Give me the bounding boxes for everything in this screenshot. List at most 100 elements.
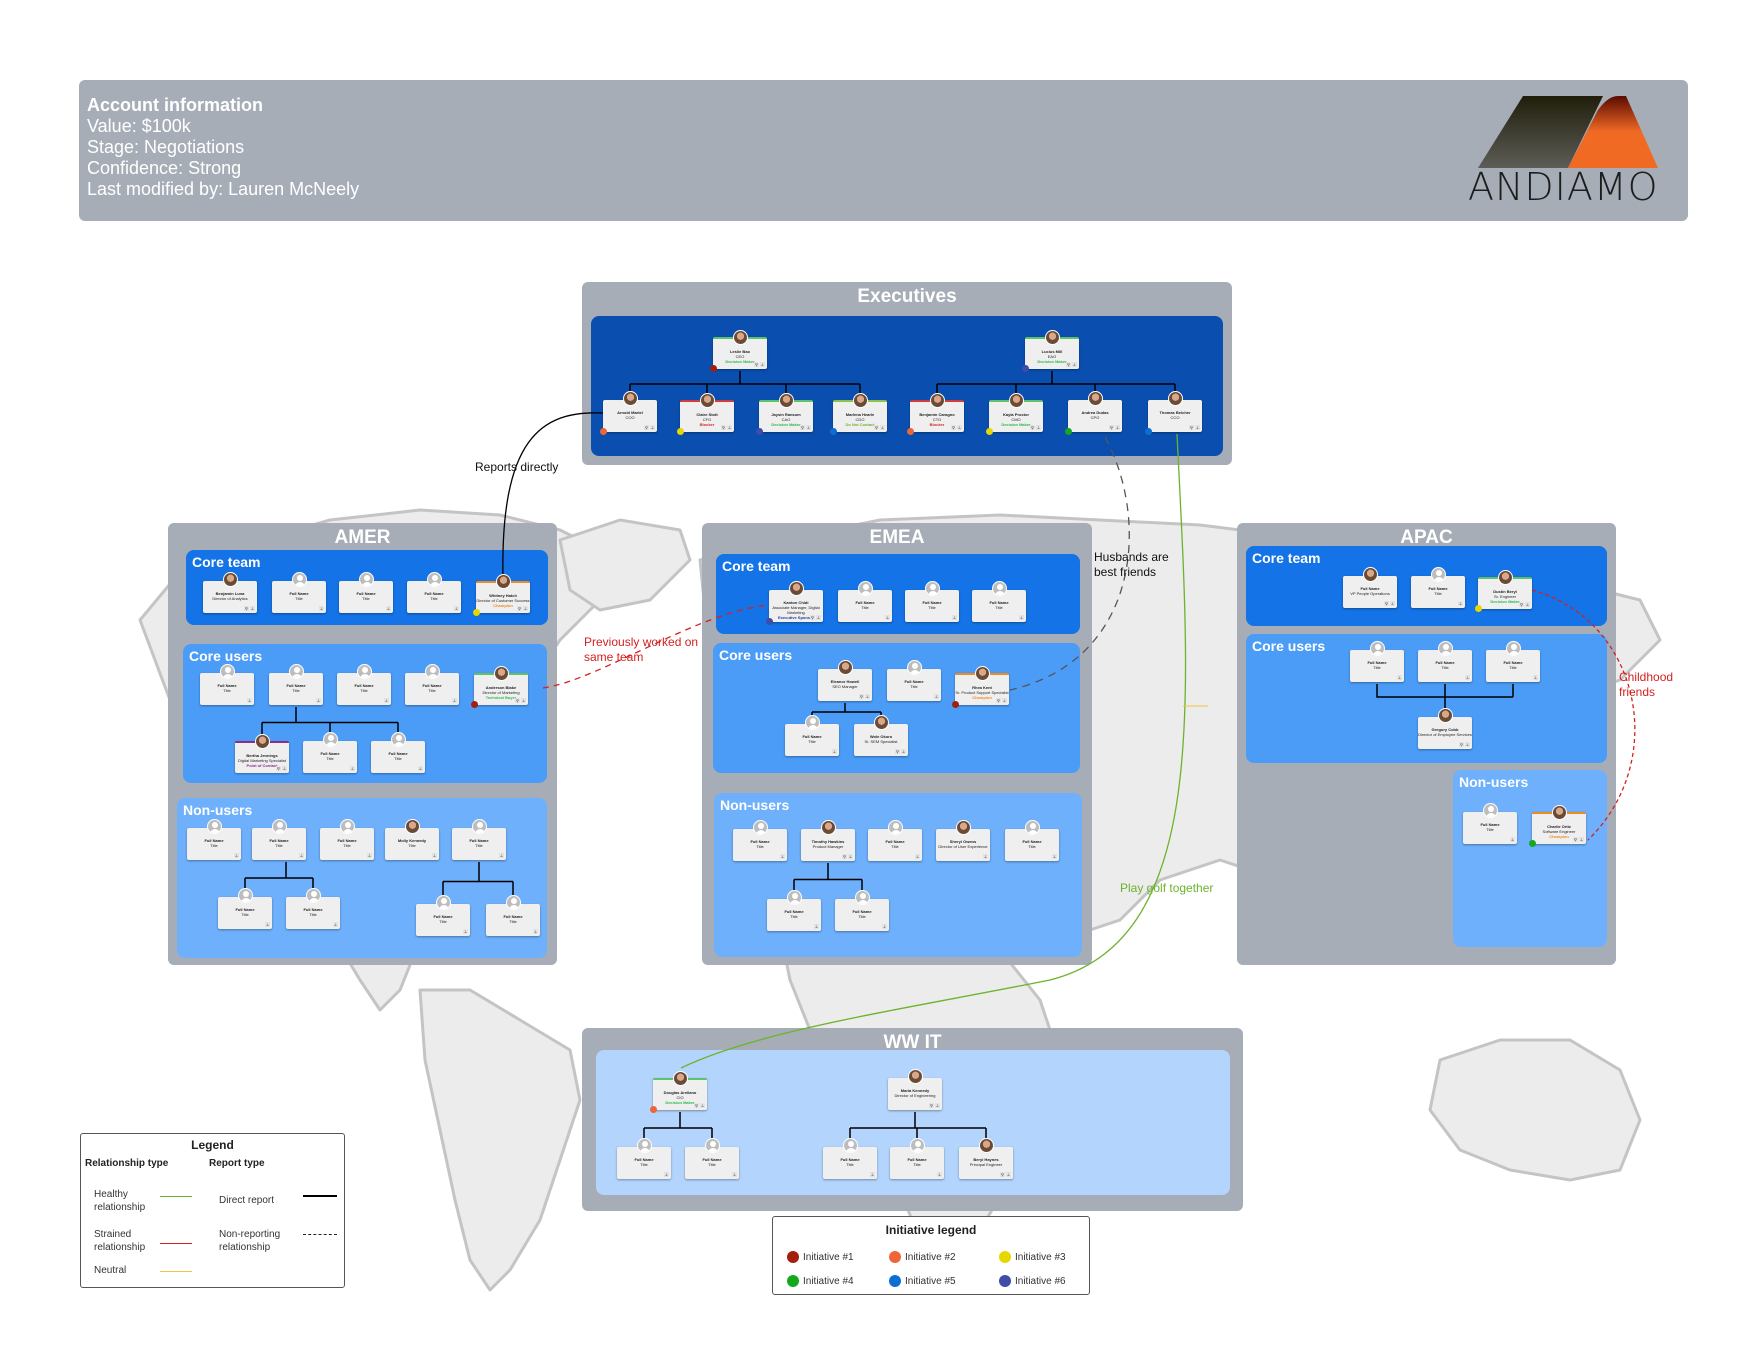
link-icon[interactable]: ⚲: [1030, 425, 1035, 430]
person-icon[interactable]: ⊥: [650, 425, 655, 430]
link-icon[interactable]: ⚲: [859, 694, 864, 699]
person-icon[interactable]: ⊥: [265, 922, 270, 927]
link-icon[interactable]: ⚲: [1384, 601, 1389, 606]
person-icon[interactable]: ⊥: [1397, 675, 1402, 680]
person-card[interactable]: Gregory Cobb Director of Employee Service…: [1418, 708, 1472, 749]
link-icon[interactable]: ⚲: [895, 749, 900, 754]
person-card[interactable]: Full Name Title ⊥: [733, 820, 787, 861]
person-card[interactable]: Kanton Chidi Associate Manager, Digital M…: [766, 581, 823, 625]
person-card[interactable]: Full Name Title ⊥: [905, 581, 959, 622]
person-icon[interactable]: ⊥: [367, 853, 372, 858]
person-card[interactable]: Full Name Title ⊥: [303, 732, 357, 773]
person-card[interactable]: Full Name Title ⊥: [1486, 641, 1540, 682]
link-icon[interactable]: ⚲: [842, 854, 847, 859]
link-icon[interactable]: ⚲: [874, 425, 879, 430]
person-card[interactable]: Leslie Bao CEO Decision Maker ⚲ ⊥: [710, 330, 767, 372]
person-icon[interactable]: ⊥: [1072, 362, 1077, 367]
person-icon[interactable]: ⊥: [319, 606, 324, 611]
person-icon[interactable]: ⊥: [1006, 1172, 1011, 1177]
person-icon[interactable]: ⊥: [1458, 601, 1463, 606]
person-card[interactable]: Lucius Mill EAO Decision Maker ⚲ ⊥: [1022, 330, 1079, 372]
person-card[interactable]: Full Name Title ⊥: [320, 819, 374, 860]
person-icon[interactable]: ⊥: [760, 362, 765, 367]
person-card[interactable]: Maria Kennedy Director of Engineering ⚲ ⊥: [888, 1069, 942, 1110]
person-icon[interactable]: ⊥: [386, 606, 391, 611]
link-icon[interactable]: ⚲: [244, 606, 249, 611]
person-card[interactable]: Benjamin Luna Director of Analytics ⚲ ⊥: [203, 572, 257, 613]
person-icon[interactable]: ⊥: [452, 698, 457, 703]
link-icon[interactable]: ⚲: [721, 425, 726, 430]
person-card[interactable]: Full Name Title ⊥: [371, 732, 425, 773]
person-icon[interactable]: ⊥: [806, 425, 811, 430]
person-card[interactable]: Full Name Title ⊥: [972, 581, 1026, 622]
person-card[interactable]: Full Name Title ⊥: [685, 1138, 739, 1179]
person-icon[interactable]: ⊥: [816, 615, 821, 620]
person-card[interactable]: Marlena Hearle CDO Do Not Contact ⚲ ⊥: [830, 393, 887, 435]
person-card[interactable]: Charlie Ortiz Software Engineer Champion ⚲ ⊥: [1529, 805, 1586, 847]
person-icon[interactable]: ⊥: [533, 929, 538, 934]
person-card[interactable]: Full Name Title ⊥: [1418, 641, 1472, 682]
person-card[interactable]: Kayla Proctor CMO Decision Maker ⚲ ⊥: [986, 393, 1043, 435]
person-card[interactable]: Full Name Title ⊥: [1411, 567, 1465, 608]
person-card[interactable]: Full Name Title ⊥: [617, 1138, 671, 1179]
link-icon[interactable]: ⚲: [1066, 362, 1071, 367]
link-icon[interactable]: ⚲: [1000, 1172, 1005, 1177]
person-icon[interactable]: ⊥: [880, 425, 885, 430]
person-card[interactable]: Full Name Title ⊥: [416, 895, 470, 936]
person-card[interactable]: Full Name Title ⊥: [200, 664, 254, 705]
person-card[interactable]: Full Name Title ⊥: [823, 1138, 877, 1179]
person-card[interactable]: Timothy Hawkins Product Manager ⚲ ⊥: [801, 820, 855, 861]
person-icon[interactable]: ⊥: [848, 854, 853, 859]
person-icon[interactable]: ⊥: [454, 606, 459, 611]
person-card[interactable]: Full Name Title ⊥: [887, 660, 941, 701]
person-icon[interactable]: ⊥: [418, 766, 423, 771]
person-card[interactable]: Full Name Title ⊥: [407, 572, 461, 613]
person-card[interactable]: Full Name Title ⊥: [452, 819, 506, 860]
person-card[interactable]: Eleanor Howell SEO Manager ⚲ ⊥: [818, 660, 872, 701]
person-icon[interactable]: ⊥: [1390, 601, 1395, 606]
person-icon[interactable]: ⊥: [1002, 698, 1007, 703]
link-icon[interactable]: ⚲: [1573, 837, 1578, 842]
person-card[interactable]: Full Name Title ⊥: [1005, 820, 1059, 861]
person-card[interactable]: Thomas Belcher CCO ⚲ ⊥: [1145, 391, 1202, 435]
person-icon[interactable]: ⊥: [957, 425, 962, 430]
person-card[interactable]: Whitney Hatch Director of Customer Succes…: [473, 574, 530, 616]
person-card[interactable]: Full Name Title ⊥: [1350, 641, 1404, 682]
person-card[interactable]: Full Name Title ⊥: [1463, 803, 1517, 844]
person-icon[interactable]: ⊥: [432, 853, 437, 858]
link-icon[interactable]: ⚲: [1189, 425, 1194, 430]
person-icon[interactable]: ⊥: [1465, 675, 1470, 680]
link-icon[interactable]: ⚲: [644, 425, 649, 430]
person-card[interactable]: Full Name Title ⊥: [218, 888, 272, 929]
person-card[interactable]: Full Name Title ⊥: [785, 715, 839, 756]
person-icon[interactable]: ⊥: [333, 922, 338, 927]
link-icon[interactable]: ⚲: [810, 615, 815, 620]
person-icon[interactable]: ⊥: [882, 924, 887, 929]
person-icon[interactable]: ⊥: [937, 1172, 942, 1177]
person-card[interactable]: Bertha Jennings Digital Marketing Special…: [235, 734, 289, 773]
person-icon[interactable]: ⊥: [521, 698, 526, 703]
person-icon[interactable]: ⊥: [1579, 837, 1584, 842]
link-icon[interactable]: ⚲: [800, 425, 805, 430]
person-icon[interactable]: ⊥: [870, 1172, 875, 1177]
person-icon[interactable]: ⊥: [780, 854, 785, 859]
person-icon[interactable]: ⊥: [915, 854, 920, 859]
person-icon[interactable]: ⊥: [952, 615, 957, 620]
person-icon[interactable]: ⊥: [499, 853, 504, 858]
person-icon[interactable]: ⊥: [885, 615, 890, 620]
person-icon[interactable]: ⊥: [1465, 742, 1470, 747]
person-card[interactable]: Full Name Title ⊥: [272, 572, 326, 613]
person-icon[interactable]: ⊥: [832, 749, 837, 754]
person-card[interactable]: Molly Kennedy Title ⊥: [385, 819, 439, 860]
person-icon[interactable]: ⊥: [350, 766, 355, 771]
person-icon[interactable]: ⊥: [247, 698, 252, 703]
person-icon[interactable]: ⊥: [384, 698, 389, 703]
link-icon[interactable]: ⚲: [929, 1103, 934, 1108]
link-icon[interactable]: ⚲: [694, 1103, 699, 1108]
person-card[interactable]: Andrea Dudas CPO ⚲ ⊥: [1065, 391, 1122, 435]
person-card[interactable]: Full Name Title ⊥: [252, 819, 306, 860]
person-icon[interactable]: ⊥: [901, 749, 906, 754]
person-icon[interactable]: ⊥: [700, 1103, 705, 1108]
person-card[interactable]: Douglas Arellano CIO Decision Maker ⚲ ⊥: [650, 1071, 707, 1113]
person-icon[interactable]: ⊥: [316, 698, 321, 703]
